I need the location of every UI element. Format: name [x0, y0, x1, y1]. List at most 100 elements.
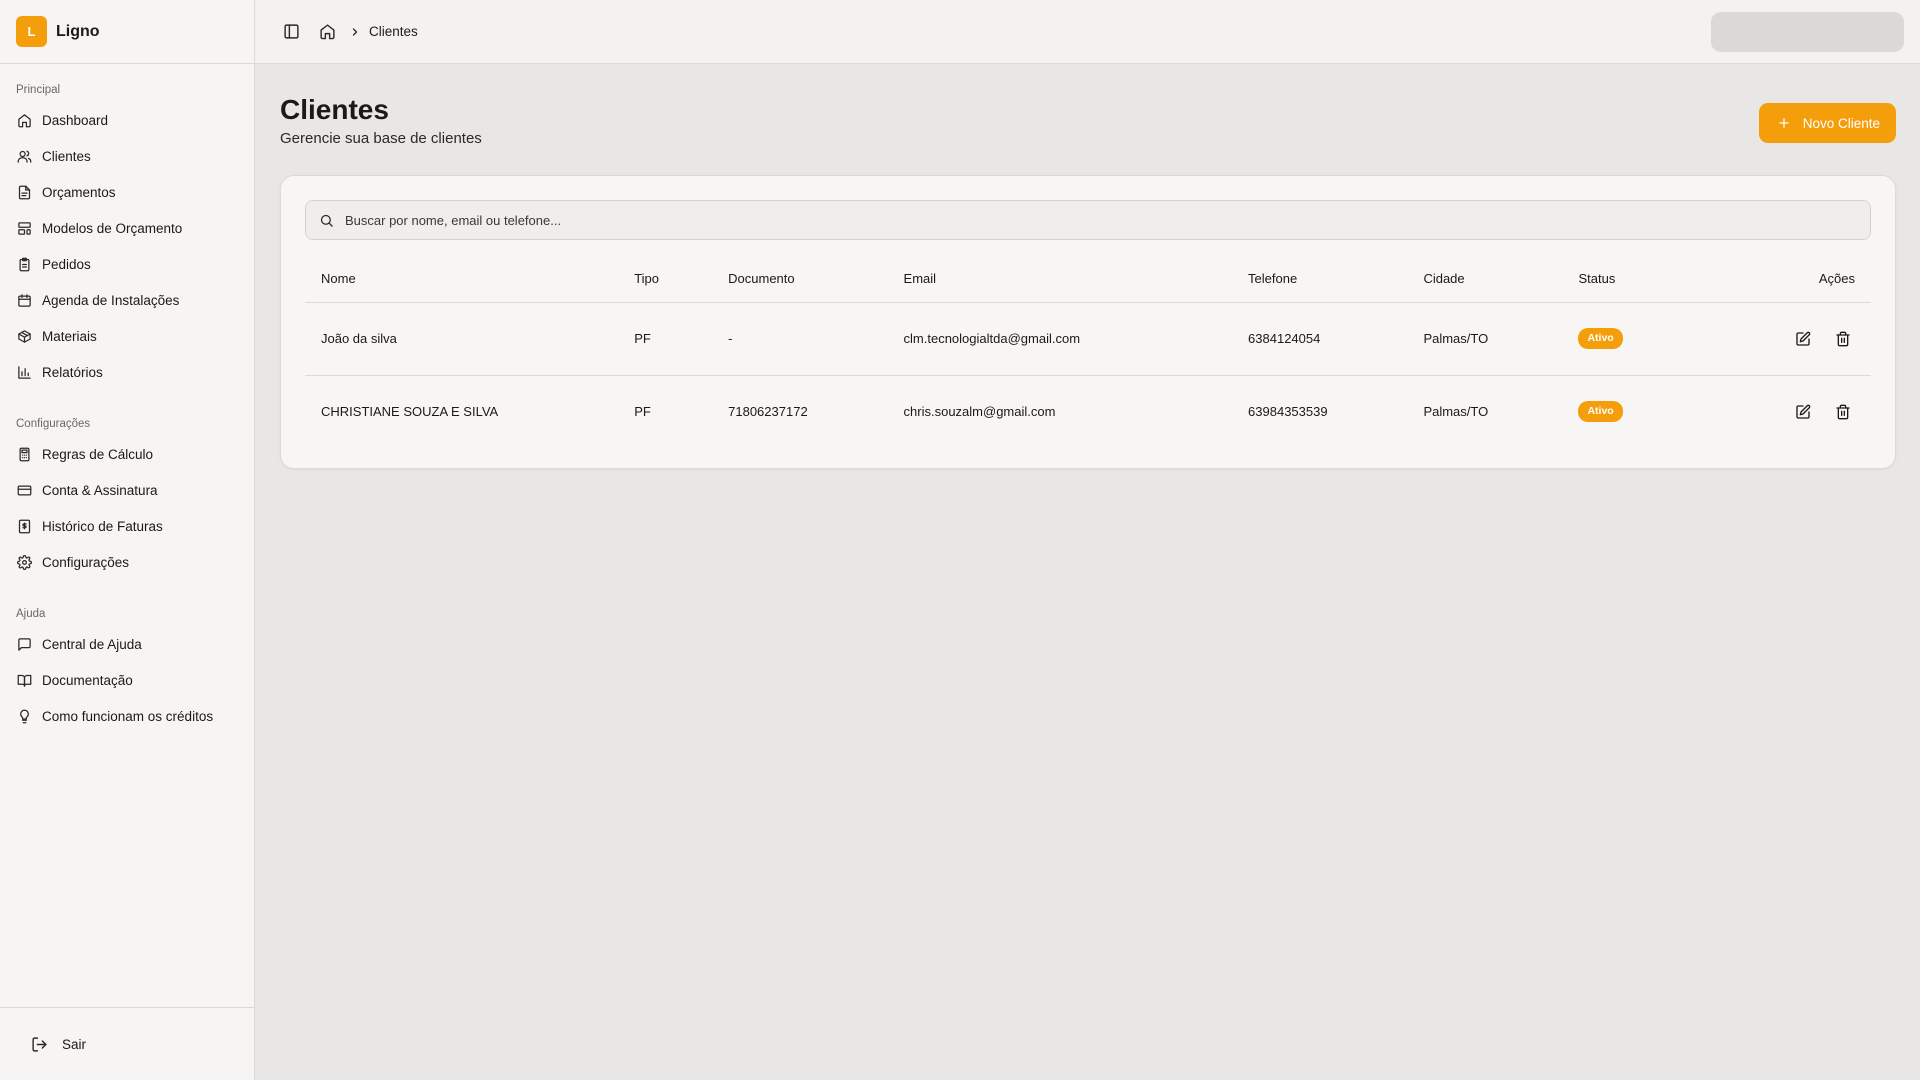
status-badge: Ativo	[1578, 328, 1623, 349]
sidebar-item-label: Como funcionam os créditos	[42, 708, 214, 724]
sidebar-item-historico-de-faturas[interactable]: Histórico de Faturas	[0, 508, 254, 544]
row-actions	[1748, 327, 1855, 351]
sidebar-item-clientes[interactable]: Clientes	[0, 138, 254, 174]
log-out-icon	[31, 1036, 48, 1053]
edit-icon	[1796, 331, 1811, 346]
search-icon	[320, 214, 333, 227]
nav-group-configuracoes: Configurações Regras de Cálculo Conta & As…	[0, 412, 254, 580]
calendar-icon	[17, 293, 32, 308]
nav-group-label: Principal	[16, 84, 61, 96]
sidebar-item-dashboard[interactable]: Dashboard	[0, 102, 254, 138]
clipboard-icon	[17, 257, 32, 272]
app-logo: L	[16, 16, 47, 47]
sidebar-item-conta-assinatura[interactable]: Conta & Assinatura	[0, 472, 254, 508]
breadcrumb-current: Clientes	[369, 24, 418, 39]
column-header-cidade: Cidade	[1407, 256, 1563, 303]
lightbulb-icon	[17, 709, 32, 724]
page-title: Clientes	[280, 94, 389, 125]
logout-button[interactable]: Sair	[0, 1007, 254, 1080]
sidebar-item-label: Clientes	[42, 148, 91, 164]
sidebar-item-central-de-ajuda[interactable]: Central de Ajuda	[0, 626, 254, 662]
cell-tipo: PF	[634, 331, 651, 346]
breadcrumb-home-link[interactable]	[313, 18, 341, 46]
edit-icon	[1796, 404, 1811, 419]
file-text-icon	[17, 185, 32, 200]
gear-icon	[17, 554, 32, 570]
table-header-row: Nome Tipo Documento Email Telefone Cidade Stat…	[305, 256, 1871, 303]
sidebar-item-configuracoes[interactable]: Configurações	[0, 544, 254, 580]
bar-chart-icon	[17, 365, 32, 380]
nav-group-label: Configurações	[16, 418, 91, 430]
main-area: Clientes Clientes Gerencie sua base de c…	[255, 0, 1920, 1080]
sidebar-item-label: Histórico de Faturas	[42, 518, 163, 534]
delete-button[interactable]	[1831, 327, 1855, 351]
cell-tipo: PF	[618, 374, 713, 448]
cell-telefone: 6384124054	[1248, 331, 1321, 346]
column-header-telefone: Telefone	[1232, 256, 1408, 303]
cell-documento: 71806237172	[712, 374, 888, 448]
sidebar-item-pedidos[interactable]: Pedidos	[0, 246, 254, 282]
trash-icon	[1836, 331, 1850, 346]
sidebar-item-agenda-de-instalacoes[interactable]: Agenda de Instalações	[0, 282, 254, 318]
sidebar-item-label: Relatórios	[42, 364, 103, 380]
new-client-button[interactable]: Novo Cliente	[1758, 103, 1896, 143]
table-row[interactable]: João da silva PF - clm.tecnologialtda@gmail…	[305, 302, 1871, 375]
column-header-status: Status	[1562, 256, 1732, 303]
sidebar-item-orcamentos[interactable]: Orçamentos	[0, 174, 254, 210]
edit-button[interactable]	[1791, 400, 1815, 424]
sidebar-item-materiais[interactable]: Materiais	[0, 318, 254, 354]
table-row[interactable]: CHRISTIANE SOUZA E SILVA PF 71806237172 chr…	[305, 374, 1871, 448]
sidebar: L Ligno Principal Dashboard Clientes Orçame…	[0, 0, 255, 1080]
page-header: Clientes Gerencie sua base de clientes N…	[280, 92, 1896, 147]
sidebar-item-modelos-de-orcamento[interactable]: Modelos de Orçamento	[0, 210, 254, 246]
cell-cidade: Palmas/TO	[1407, 374, 1563, 448]
home-icon	[319, 24, 335, 40]
table-body: João da silva PF - clm.tecnologialtda@gmail…	[305, 302, 1871, 448]
nav-group-principal: Principal Dashboard Clientes Orçamentos Mode…	[0, 78, 254, 390]
receipt-icon	[17, 519, 32, 534]
row-actions	[1748, 400, 1855, 424]
package-icon	[17, 329, 32, 344]
search-bar	[305, 200, 1871, 240]
cell-documento: -	[728, 331, 733, 346]
message-square-icon	[17, 637, 32, 652]
brand[interactable]: L Ligno	[0, 0, 254, 64]
edit-button[interactable]	[1791, 327, 1815, 351]
topbar-user-placeholder	[1711, 11, 1904, 52]
sidebar-item-label: Configurações	[42, 554, 130, 570]
cell-nome: CHRISTIANE SOUZA E SILVA	[305, 374, 619, 448]
clients-card: NomeTipoDocumentoEmailTelefoneCidadeStat…	[280, 175, 1896, 469]
status-badge: Ativo	[1578, 401, 1623, 423]
breadcrumb: Clientes	[313, 18, 418, 46]
cell-email: clm.tecnologialtda@gmail.com	[903, 331, 1081, 346]
column-header-nome: Nome	[305, 256, 619, 303]
sidebar-item-relatorios[interactable]: Relatórios	[0, 354, 254, 390]
sidebar-item-label: Regras de Cálculo	[42, 446, 154, 462]
sidebar-nav: Principal Dashboard Clientes Orçamentos Mode…	[0, 64, 254, 1007]
sidebar-item-documentacao[interactable]: Documentação	[0, 662, 254, 698]
sidebar-item-label: Pedidos	[42, 256, 91, 272]
layout-template-icon	[17, 221, 32, 236]
trash-icon	[1836, 404, 1850, 420]
cell-status: Ativo	[1562, 374, 1732, 448]
sidebar-item-regras-de-calculo[interactable]: Regras de Cálculo	[0, 436, 254, 472]
search-input[interactable]	[345, 212, 1857, 228]
clients-table: Nome Tipo Documento Email Telefone Cidade Stat…	[305, 256, 1871, 448]
book-open-icon	[17, 673, 32, 688]
panel-left-icon	[283, 24, 299, 39]
calculator-icon	[17, 447, 32, 462]
home-icon	[17, 113, 32, 128]
cell-actions	[1732, 302, 1871, 375]
logout-label: Sair	[62, 1036, 87, 1052]
plus-icon	[1778, 118, 1789, 128]
sidebar-item-label: Dashboard	[42, 112, 109, 128]
cell-nome: João da silva	[321, 331, 397, 346]
column-header-email: Email	[887, 256, 1233, 303]
cell-actions	[1731, 374, 1871, 448]
sidebar-toggle-button[interactable]	[277, 18, 305, 46]
sidebar-item-como-funcionam-os-creditos[interactable]: Como funcionam os créditos	[0, 698, 254, 734]
delete-button[interactable]	[1831, 400, 1855, 424]
sidebar-item-label: Orçamentos	[42, 184, 116, 200]
sidebar-item-label: Modelos de Orçamento	[42, 220, 183, 236]
new-client-label: Novo Cliente	[1802, 115, 1880, 131]
